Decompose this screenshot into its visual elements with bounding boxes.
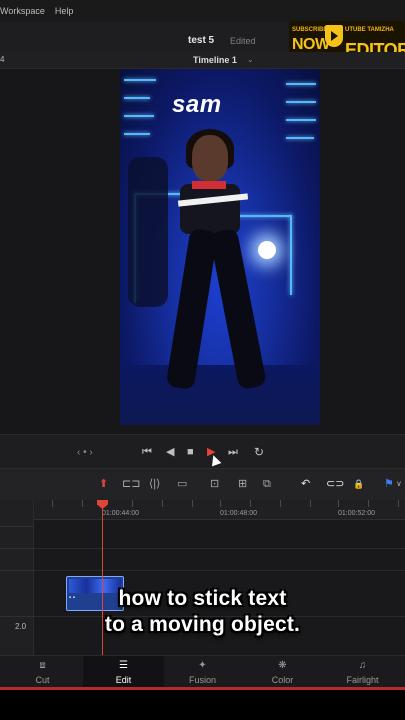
track-divider [34, 570, 405, 571]
neon-light [124, 115, 154, 117]
neon-light [124, 133, 150, 135]
fairlight-page-icon: ♫ [358, 660, 367, 671]
stage-floor [120, 365, 320, 425]
page-tab-label: Edit [115, 675, 132, 685]
neon-light [286, 137, 314, 139]
play-shield-icon [325, 25, 343, 47]
neon-light [290, 215, 292, 295]
replace-clip-icon[interactable]: ⧉ [263, 478, 271, 490]
ruler-tick [368, 500, 369, 507]
page-tab-cut[interactable]: ⧈ Cut [2, 656, 83, 688]
stage-light [258, 241, 276, 259]
overwrite-clip-icon[interactable]: ⊞ [238, 478, 247, 490]
neon-light [286, 101, 316, 103]
background-dancer [128, 157, 168, 307]
blade-tool-icon[interactable]: ▭ [177, 478, 187, 490]
badge-subscribe-text: SUBSCRIBE [292, 27, 328, 33]
page-tab-label: Fusion [188, 675, 216, 685]
color-page-icon: ❋ [278, 660, 287, 671]
track-divider [34, 548, 405, 549]
dynamic-trim-icon[interactable]: ⟨|⟩ [149, 478, 160, 490]
project-status: Edited [230, 36, 256, 46]
video-viewer[interactable]: sam [0, 69, 405, 434]
chevron-down-icon[interactable]: ⌄ [247, 55, 254, 64]
dancer-top-band [192, 181, 226, 189]
flag-dropdown-icon[interactable]: ∨ [396, 478, 402, 490]
stop-icon[interactable]: ■ [187, 447, 194, 458]
neon-light [124, 97, 150, 99]
badge-channel-text: UTUBE TAMIZHA [345, 27, 394, 33]
ruler-tick [52, 500, 53, 507]
page-tab-label: Fairlight [346, 675, 379, 685]
ruler-tick [310, 500, 311, 507]
page-tab-fusion[interactable]: ✦ Fusion [162, 656, 243, 688]
cut-page-icon: ⧈ [39, 660, 46, 671]
video-frame: sam [120, 69, 320, 425]
track-divider [0, 526, 34, 527]
timecode-label: 01:00:44:00 [102, 510, 139, 517]
edit-toolbar: ⬆ ⊏⊐ ⟨|⟩ ▭ ⊡ ⊞ ⧉ ↶ ⊂⊃ 🔒 ⚑ ∨ [0, 468, 405, 500]
fusion-page-icon: ✦ [198, 660, 207, 671]
ruler-tick [132, 500, 133, 507]
track-divider [0, 548, 34, 549]
viewer-left-indicator: 4 [0, 55, 5, 64]
snapping-icon[interactable]: ↶ [301, 478, 310, 490]
accent-divider [0, 687, 405, 690]
ruler-tick [250, 500, 251, 507]
overlay-title-text[interactable]: sam [172, 91, 222, 119]
go-to-start-icon[interactable]: ⏮ [142, 447, 152, 458]
ruler-tick [82, 500, 83, 507]
ruler-tick [280, 500, 281, 507]
neon-light [286, 83, 316, 85]
ruler-tick [338, 500, 339, 507]
track-divider [0, 570, 34, 571]
edit-page-icon: ☰ [119, 660, 128, 671]
insert-clip-icon[interactable]: ⊡ [210, 478, 219, 490]
viewer-header: 4 Timeline 1 ⌄ [0, 52, 405, 69]
link-icon[interactable]: ⊂⊃ [326, 478, 344, 490]
lock-icon[interactable]: 🔒 [353, 478, 364, 490]
transport-controls: ‹ • › ⏮ ◀ ■ ▶ ⏭ ↻ [0, 434, 405, 468]
dancer-head [192, 135, 228, 181]
caption-line-1: how to stick text [118, 587, 287, 610]
dancer-torso [180, 184, 240, 234]
menu-bar: Workspace Help [0, 0, 405, 22]
resolve-app: Workspace Help test 5 Edited SUBSCRIBE N… [0, 0, 405, 720]
menu-help[interactable]: Help [55, 6, 74, 16]
ruler-tick [398, 500, 399, 507]
neon-light [232, 215, 292, 217]
trim-tool-icon[interactable]: ⊏⊐ [122, 478, 140, 490]
ruler-tick [162, 500, 163, 507]
timecode-label: 01:00:52:00 [338, 510, 375, 517]
caption-line-2: to a moving object. [104, 613, 301, 636]
page-navigation: ⧈ Cut ☰ Edit ✦ Fusion ❋ Color ♫ Fairligh… [0, 655, 405, 688]
neon-light [124, 79, 156, 81]
timeline-ruler[interactable]: 01:00:44:00 01:00:48:00 01:00:52:00 [34, 500, 405, 520]
timeline-selector[interactable]: Timeline 1 [193, 55, 237, 65]
menu-workspace[interactable]: Workspace [0, 6, 45, 16]
ruler-tick [220, 500, 221, 507]
go-to-end-icon[interactable]: ⏭ [228, 447, 238, 458]
jog-nav[interactable]: ‹ • › [77, 447, 93, 458]
selection-tool-icon[interactable]: ⬆ [99, 478, 108, 490]
neon-light [286, 119, 316, 121]
page-tab-label: Cut [35, 675, 50, 685]
page-tab-edit[interactable]: ☰ Edit [83, 656, 164, 688]
bottom-letterbox [0, 687, 405, 720]
loop-icon[interactable]: ↻ [254, 446, 264, 458]
page-tab-color[interactable]: ❋ Color [242, 656, 323, 688]
ruler-tick [192, 500, 193, 507]
project-title: test 5 [188, 35, 215, 46]
flag-icon[interactable]: ⚑ [384, 478, 394, 490]
play-reverse-icon[interactable]: ◀ [166, 447, 174, 458]
page-tab-fairlight[interactable]: ♫ Fairlight [322, 656, 403, 688]
page-tab-label: Color [271, 675, 294, 685]
video-caption: how to stick text to a moving object. [0, 586, 405, 638]
timecode-label: 01:00:48:00 [220, 510, 257, 517]
